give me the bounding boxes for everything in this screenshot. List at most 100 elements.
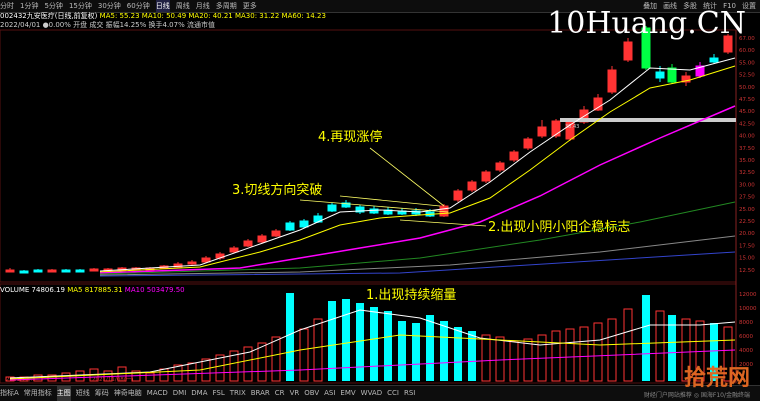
period-tab-3[interactable]: 15分钟 — [69, 0, 92, 12]
candle-body-34 — [481, 171, 491, 182]
indicator-tab-3[interactable]: 短线 — [76, 386, 90, 401]
volume-bar-13 — [187, 362, 197, 382]
annotation-4: 4.再现涨停 — [318, 130, 383, 145]
candle-body-20 — [285, 222, 295, 231]
volume-bar-44 — [623, 308, 633, 382]
volume-bar-39 — [551, 330, 561, 382]
indicator-tab-11[interactable]: BRAR — [251, 386, 270, 401]
candle-body-1 — [19, 270, 29, 274]
candle-body-35 — [495, 162, 505, 171]
indicator-tab-5[interactable]: 神奇电脑 — [114, 386, 142, 401]
indicator-tab-16[interactable]: EMV — [340, 386, 355, 401]
volume-bar-28 — [398, 321, 406, 381]
candle-body-31 — [439, 205, 449, 217]
volume-ma5: MA5 817885.31 — [67, 286, 123, 294]
indicator-tab-8[interactable]: DMA — [191, 386, 207, 401]
ma-values: MA5: 55.23 MA10: 50.49 MA20: 40.21 MA30:… — [99, 12, 326, 20]
volume-bar-20 — [286, 293, 294, 381]
candle-body-44 — [623, 41, 633, 61]
price-tick-10: 35.00 — [739, 158, 755, 164]
candle-body-6 — [89, 268, 99, 272]
period-tab-10[interactable]: 更多 — [243, 0, 257, 12]
volume-bar-42 — [593, 322, 603, 382]
price-tick-11: 32.50 — [739, 170, 755, 176]
indicator-tab-2[interactable]: 主图 — [56, 386, 71, 401]
volume-bar-31 — [440, 321, 448, 381]
candle-body-23 — [327, 204, 337, 212]
indicator-tab-15[interactable]: ASI — [324, 386, 335, 401]
candle-body-50 — [709, 57, 719, 63]
price-tick-18: 15.00 — [739, 256, 755, 262]
kline-chart[interactable]: 67.0060.0055.0052.5050.0047.5045.0042.50… — [0, 0, 760, 400]
candle-body-21 — [299, 220, 309, 228]
candle-body-38 — [537, 126, 547, 137]
price-tick-2: 55.00 — [739, 60, 755, 66]
volume-bar-24 — [342, 299, 350, 381]
volume-bar-26 — [370, 307, 378, 381]
indicator-tab-10[interactable]: TRIX — [230, 386, 246, 401]
candle-body-2 — [33, 269, 43, 273]
volume-bar-14 — [201, 358, 211, 382]
price-tick-5: 47.50 — [739, 97, 755, 103]
price-panel-frame — [0, 29, 737, 283]
volume-value: 74806.19 — [31, 286, 65, 294]
indicator-tab-4[interactable]: 筹码 — [95, 386, 109, 401]
price-tick-13: 27.50 — [739, 195, 755, 201]
indicator-tab-0[interactable]: 指标A — [0, 386, 19, 401]
annotation-1: 1.出现持续缩量 — [366, 288, 457, 303]
candle-body-32 — [453, 190, 463, 201]
volume-bar-27 — [384, 311, 392, 381]
period-tab-5[interactable]: 60分钟 — [127, 0, 150, 12]
volume-bar-22 — [313, 318, 323, 382]
annotation-3: 3.切线方向突破 — [232, 183, 323, 198]
footer-tag: 财经门户网站推荐 ◎ 国海F10/金融终端 — [643, 392, 750, 399]
price-tick-4: 50.00 — [739, 85, 755, 91]
indicator-tab-18[interactable]: CCI — [387, 386, 399, 401]
volume-label: VOLUME — [0, 286, 30, 294]
quote-values: 2022/04/01 ●0.00% 开盘 成交 振幅14.25% 换手4.07%… — [0, 21, 215, 29]
price-tick-14: 25.00 — [739, 207, 755, 213]
volume-tick-4: 4000 — [739, 348, 753, 354]
volume-bar-45 — [642, 295, 650, 381]
indicator-tab-19[interactable]: RSI — [404, 386, 415, 401]
volume-ma10: MA10 503479.50 — [124, 286, 185, 294]
indicator-tab-13[interactable]: VR — [290, 386, 300, 401]
candle-body-42 — [593, 97, 603, 111]
price-tick-3: 52.50 — [739, 73, 755, 79]
period-tab-0[interactable]: 分时 — [0, 0, 14, 12]
indicator-tab-1[interactable]: 常用指标 — [24, 386, 52, 401]
period-tab-4[interactable]: 30分钟 — [98, 0, 121, 12]
volume-bar-41 — [579, 326, 589, 382]
volume-tick-0: 12000 — [739, 292, 757, 298]
indicator-tab-9[interactable]: FSL — [213, 386, 225, 401]
period-tab-1[interactable]: 1分钟 — [20, 0, 38, 12]
volume-bar-4 — [61, 372, 71, 382]
volume-tick-2: 8000 — [739, 320, 753, 326]
volume-bar-37 — [523, 338, 533, 382]
price-tick-7: 42.50 — [739, 121, 755, 127]
price-tick-6: 45.00 — [739, 109, 755, 115]
period-tab-2[interactable]: 5分钟 — [44, 0, 62, 12]
candle-body-18 — [257, 235, 267, 243]
price-tick-12: 30.00 — [739, 182, 755, 188]
indicator-tab-17[interactable]: WVAD — [361, 386, 382, 401]
price-tick-19: 12.50 — [739, 268, 755, 274]
indicator-tab-12[interactable]: CR — [275, 386, 285, 401]
period-tab-8[interactable]: 月线 — [196, 0, 210, 12]
period-tab-9[interactable]: 多周期 — [216, 0, 237, 12]
volume-bar-40 — [565, 328, 575, 382]
indicator-tab-14[interactable]: OBV — [304, 386, 319, 401]
candle-body-43 — [607, 69, 617, 93]
volume-bar-19 — [271, 336, 281, 382]
period-tab-6[interactable]: 日线 — [155, 0, 170, 12]
candle-body-17 — [243, 240, 253, 247]
indicator-tab-6[interactable]: MACD — [147, 386, 168, 401]
volume-bar-35 — [495, 336, 505, 382]
indicator-tab-7[interactable]: DMI — [173, 386, 187, 401]
candle-body-46 — [655, 71, 665, 79]
annotation-2: 2.出现小阴小阳企稳标志 — [488, 220, 631, 235]
period-tab-7[interactable]: 周线 — [176, 0, 190, 12]
candle-body-26 — [369, 208, 379, 214]
volume-bar-30 — [426, 315, 434, 381]
volume-bar-25 — [356, 303, 364, 381]
